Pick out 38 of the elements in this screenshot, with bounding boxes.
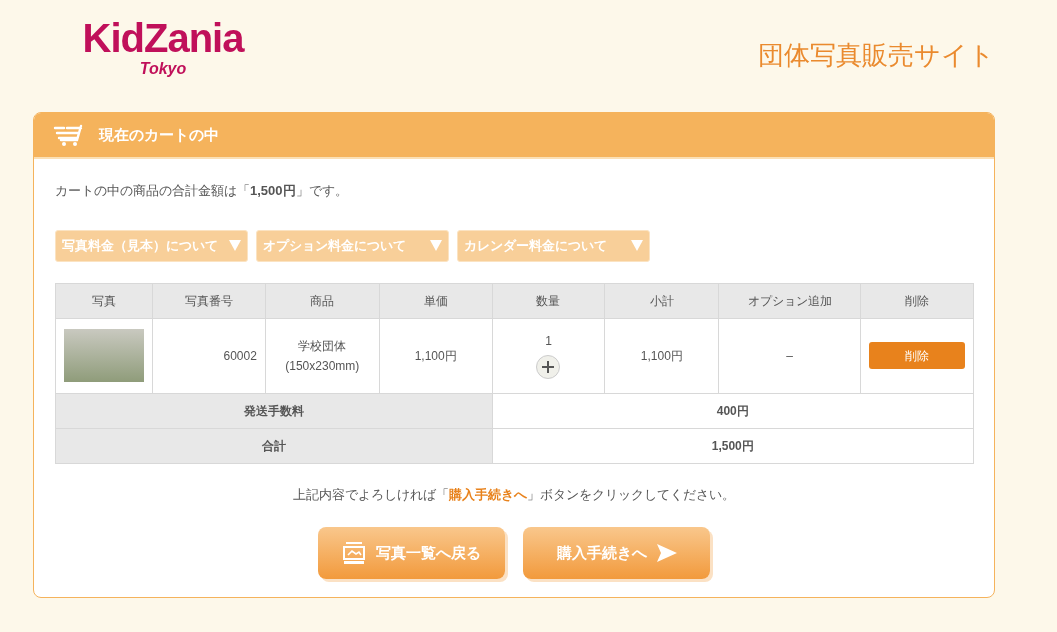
arrow-icon [656, 544, 677, 562]
fee-value: 1,500円 [711, 438, 754, 453]
column-header: 写真番号 [152, 283, 266, 318]
site-title: 団体写真販売サイト [758, 39, 995, 72]
option-value: – [786, 348, 793, 363]
product-name: 学校団体 [297, 337, 348, 355]
fee-label: 発送手数料 [243, 403, 304, 418]
cart-icon [53, 123, 83, 147]
column-header: 商品 [265, 283, 380, 318]
photo-list-icon [342, 541, 366, 565]
unit-price: 1,100円 [414, 348, 457, 363]
product-size: (150x230mm) [284, 357, 361, 375]
fee-label: 合計 [261, 438, 286, 453]
delete-button[interactable]: 削除 [869, 342, 965, 369]
column-header: 単価 [379, 283, 493, 318]
panel-title: 現在のカートの中 [99, 124, 219, 145]
caret-icon [430, 240, 442, 251]
instruction-text: 上記内容でよろしければ「購入手続きへ」ボタンをクリックしてください。 [292, 485, 736, 504]
info-dropdown[interactable]: 写真料金（見本）について [55, 229, 248, 262]
fee-value: 400円 [716, 403, 749, 418]
column-header: 削除 [860, 283, 974, 318]
column-header: 数量 [492, 283, 605, 318]
subtotal: 1,100円 [640, 348, 683, 363]
back-button[interactable]: 写真一覧へ戻る [318, 527, 505, 579]
column-header: 小計 [604, 283, 719, 318]
caret-icon [631, 240, 643, 251]
column-header: 写真 [55, 283, 153, 318]
logo-subtitle: Tokyo [139, 60, 187, 78]
info-dropdown[interactable]: カレンダー料金について [457, 229, 650, 262]
purchase-button[interactable]: 購入手続きへ [523, 527, 710, 579]
logo: KidZania [82, 15, 244, 62]
info-dropdown[interactable]: オプション料金について [256, 229, 449, 262]
quantity: 1 [544, 333, 553, 350]
caret-icon [229, 240, 241, 251]
add-icon[interactable] [536, 355, 561, 379]
column-header: オプション追加 [718, 283, 861, 318]
cart-summary: カートの中の商品の合計金額は「1,500円」です。 [55, 182, 349, 200]
photo-number: 60002 [223, 348, 257, 363]
